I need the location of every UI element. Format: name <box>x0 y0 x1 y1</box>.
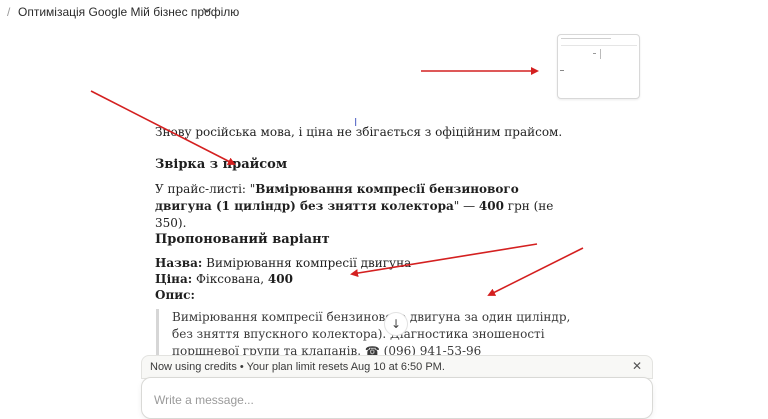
intro-text: Знову російська мова, і ціна не збігаєть… <box>155 125 563 139</box>
price-row: Ціна: Фіксована, 400 <box>155 272 293 286</box>
scroll-down-button[interactable]: ↓ <box>384 312 408 336</box>
section-heading-price-check: Звірка з прайсом <box>155 157 288 172</box>
artifact-thumbnail[interactable] <box>557 34 640 99</box>
description-label: Опис: <box>155 288 195 302</box>
breadcrumb-separator: / <box>7 5 11 19</box>
price-list-paragraph: У прайс-листі: "Вимірювання компресії бе… <box>155 182 554 230</box>
annotation-arrow <box>487 247 584 296</box>
message-input[interactable] <box>152 392 636 408</box>
credits-banner: Now using credits • Your plan limit rese… <box>141 355 653 379</box>
message-composer <box>141 377 653 419</box>
section-heading-proposal: Пропонований варіант <box>155 232 330 247</box>
description-quote: Вимірювання компресії бензинового двигун… <box>156 309 592 359</box>
name-row: Назва: Вимірювання компресії двигуна <box>155 256 412 270</box>
top-bar: / Оптимізація Google Мій бізнес профілю <box>0 0 768 24</box>
credits-text: Now using credits • Your plan limit rese… <box>150 361 445 373</box>
arrow-down-icon: ↓ <box>390 317 402 331</box>
close-icon[interactable]: ✕ <box>632 359 642 373</box>
chevron-down-icon[interactable] <box>201 4 213 16</box>
price-value: 400 <box>478 199 504 213</box>
